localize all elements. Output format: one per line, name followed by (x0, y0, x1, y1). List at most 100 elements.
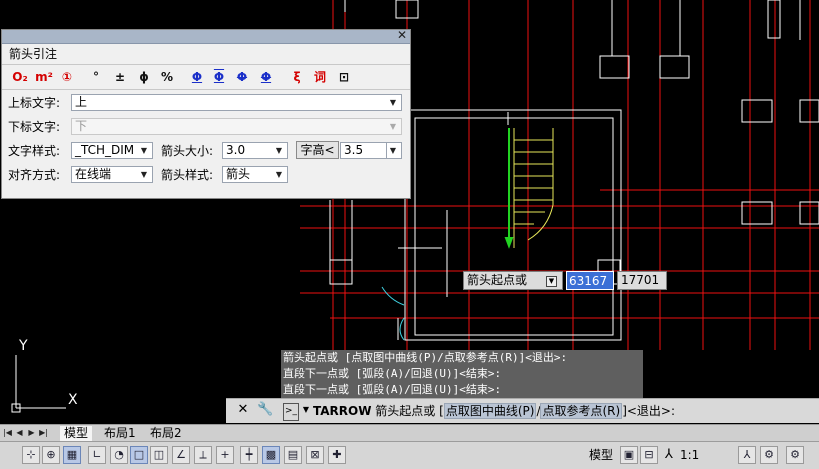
text-style-select[interactable]: _TCH_DIM ▼ (71, 142, 153, 159)
chevron-down-icon[interactable]: ▼ (138, 143, 150, 158)
annotation-scale-icon[interactable]: ⅄ (665, 447, 673, 463)
steel-grade-1-symbol[interactable]: Φ (190, 68, 204, 86)
upper-text-input[interactable]: 上 ▼ (71, 94, 402, 111)
command-input[interactable]: TARROW 箭头起点或 [点取图中曲线(P) / 点取参考点(R)]<退出>: (313, 403, 675, 419)
dyn-icon[interactable]: + (216, 446, 234, 464)
arrow-size-label: 箭头大小: (161, 144, 214, 158)
text-style-label: 文字样式: (8, 144, 61, 158)
layout-tabs-bar: |◀ ◀ ▶ ▶| 模型 布局1 布局2 (0, 424, 819, 441)
otrack-icon[interactable]: ∠ (172, 446, 190, 464)
first-tab-icon[interactable]: |◀ (2, 427, 13, 439)
upper-text-label: 上标文字: (8, 96, 61, 110)
command-tail: ]<退出>: (622, 404, 676, 418)
command-option-reference[interactable]: 点取参考点(R) (540, 403, 623, 419)
char-height-value: 3.5 (344, 143, 364, 157)
chevron-down-icon[interactable]: ▼ (138, 167, 150, 182)
quick-view-layouts-icon[interactable]: ▣ (620, 446, 638, 464)
last-tab-icon[interactable]: ▶| (38, 427, 49, 439)
ortho-icon[interactable]: ∟ (88, 446, 106, 464)
chevron-down-icon[interactable]: ▼ (298, 402, 314, 418)
O2-symbol[interactable]: O₂ (9, 68, 31, 86)
osnap-icon[interactable]: □ (130, 446, 148, 464)
circle-1-symbol[interactable]: ① (58, 68, 76, 86)
annotation-visibility-icon[interactable]: ⅄ (738, 446, 756, 464)
lower-text-input[interactable]: 下 ▼ (71, 118, 402, 135)
chevron-down-icon[interactable]: ▼ (273, 167, 285, 182)
ucs-y-label: Y (19, 338, 28, 354)
percent-symbol[interactable]: % (159, 68, 175, 86)
text-style-value: _TCH_DIM (75, 143, 135, 157)
arrow-style-value: 箭头 (226, 167, 251, 181)
steel-grade-2-symbol[interactable]: Φ (212, 68, 226, 86)
dictionary-symbol[interactable]: 词 (312, 68, 328, 86)
steel-grade-3-symbol[interactable]: Φ (235, 68, 249, 86)
3d-osnap-icon[interactable]: ◫ (150, 446, 168, 464)
panel-titlebar[interactable]: ✕ (2, 28, 410, 44)
char-height-input[interactable]: 3.5 ▼ (340, 142, 402, 159)
char-height-button[interactable]: 字高< (296, 141, 339, 159)
tab-layout1[interactable]: 布局1 (100, 426, 140, 441)
polar-icon[interactable]: ◔ (110, 446, 128, 464)
annotation-scale-label[interactable]: 1:1 (680, 447, 699, 463)
command-name: TARROW (313, 404, 372, 418)
steel-grade-4-symbol[interactable]: Φ (259, 68, 273, 86)
degree-symbol[interactable]: ° (89, 68, 103, 86)
divider (2, 64, 410, 65)
gear-icon[interactable]: ⚙ (786, 446, 804, 464)
chevron-down-icon[interactable]: ▼ (386, 143, 399, 158)
transparency-icon[interactable]: ▩ (262, 446, 280, 464)
phi-symbol[interactable]: ϕ (137, 68, 151, 86)
workspace-icon[interactable]: ⚙ (760, 446, 778, 464)
arrow-annotation-panel: ✕ 箭头引注 O₂ m² ① ° ± ϕ % Φ Φ Φ Φ ξ 词 ⊡ 上标文… (1, 28, 411, 199)
command-history-line: 直段下一点或 [弧段(A)/回退(U)]<结束>: (281, 382, 643, 398)
plus-minus-symbol[interactable]: ± (113, 68, 127, 86)
align-label: 对齐方式: (8, 168, 61, 182)
chevron-down-icon[interactable]: ▼ (387, 95, 399, 110)
lower-text-label: 下标文字: (8, 120, 61, 134)
qp-icon[interactable]: ▤ (284, 446, 302, 464)
prev-tab-icon[interactable]: ◀ (14, 427, 25, 439)
ucs-x-label: X (68, 392, 78, 408)
pick-text-icon[interactable]: ⊡ (336, 68, 352, 86)
options-down-icon[interactable]: ▼ (546, 276, 557, 287)
next-tab-icon[interactable]: ▶ (26, 427, 37, 439)
special-char-symbol[interactable]: ξ (290, 68, 304, 86)
arrow-size-select[interactable]: 3.0 ▼ (222, 142, 288, 159)
close-icon[interactable]: ✕ (235, 402, 251, 418)
arrow-size-value: 3.0 (226, 143, 246, 157)
divider (2, 89, 410, 90)
command-option-curve[interactable]: 点取图中曲线(P) (443, 403, 537, 419)
wrench-icon[interactable]: 🔧 (257, 402, 273, 418)
coord-y-input[interactable]: 17701 (617, 271, 667, 290)
command-history-line: 箭头起点或 [点取图中曲线(P)/点取参考点(R)]<退出>: (281, 350, 643, 366)
chevron-down-icon[interactable]: ▼ (387, 119, 399, 134)
panel-title: 箭头引注 (9, 47, 58, 61)
coordinates-icon[interactable]: ⊹ (22, 446, 40, 464)
tab-model[interactable]: 模型 (60, 426, 93, 441)
command-prompt-icon[interactable]: >_ (283, 403, 299, 421)
arrow-style-select[interactable]: 箭头 ▼ (222, 166, 288, 183)
lineweight-icon[interactable]: ┿ (240, 446, 258, 464)
model-label[interactable]: 模型 (589, 447, 613, 463)
tab-layout2[interactable]: 布局2 (146, 426, 186, 441)
upper-text-value: 上 (75, 95, 88, 109)
ducs-icon[interactable]: ⟂ (194, 446, 212, 464)
chevron-down-icon[interactable]: ▼ (273, 143, 285, 158)
symbol-toolbar: O₂ m² ① ° ± ϕ % Φ Φ Φ Φ ξ 词 ⊡ (9, 68, 404, 86)
close-icon[interactable]: ✕ (397, 28, 407, 42)
grid-icon[interactable]: ▦ (63, 446, 81, 464)
sc-icon[interactable]: ⊠ (306, 446, 324, 464)
status-bar: ⊹ ⊕ ▦ ∟ ◔ □ ◫ ∠ ⟂ + ┿ ▩ ▤ ⊠ ✚ 模型 ▣ ⊟ ⅄ 1… (0, 441, 819, 469)
dynamic-input-prompt-text: 箭头起点或 (467, 273, 528, 287)
am-icon[interactable]: ✚ (328, 446, 346, 464)
coord-x-input[interactable]: 63167 (566, 271, 614, 290)
quick-view-drawings-icon[interactable]: ⊟ (640, 446, 658, 464)
align-select[interactable]: 在线端 ▼ (71, 166, 153, 183)
command-line: ✕ 🔧 >_ ▼ TARROW 箭头起点或 [点取图中曲线(P) / 点取参考点(R… (226, 398, 819, 423)
infer-icon[interactable]: ⊕ (42, 446, 60, 464)
m2-symbol[interactable]: m² (34, 68, 54, 86)
dynamic-input-prompt: 箭头起点或 ▼ (463, 271, 563, 290)
command-prompt: 箭头起点或 (375, 404, 436, 418)
command-history-line: 直段下一点或 [弧段(A)/回退(U)]<结束>: (281, 366, 643, 382)
align-value: 在线端 (75, 167, 112, 181)
